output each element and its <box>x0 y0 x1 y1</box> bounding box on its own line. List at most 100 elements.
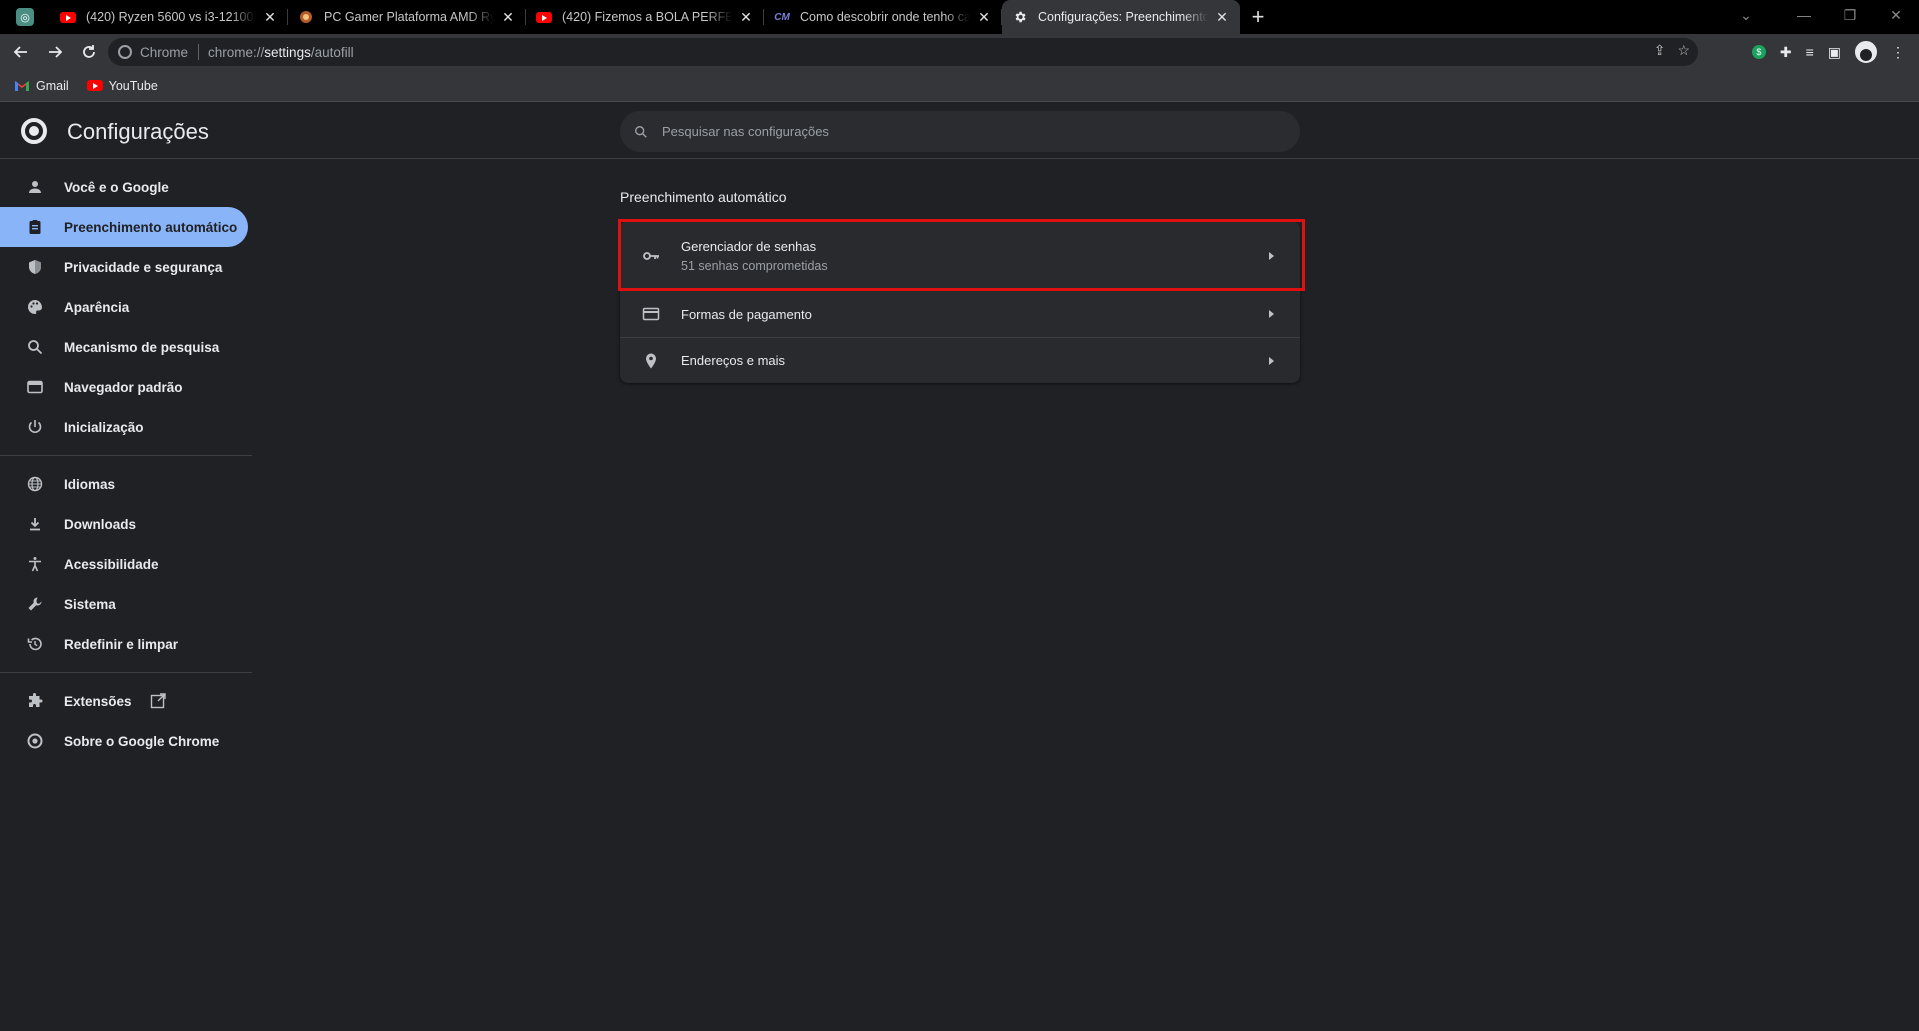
chevron-right-icon <box>1269 356 1274 365</box>
tab-close-icon[interactable]: ✕ <box>1214 9 1230 25</box>
accessibility-icon <box>26 555 44 573</box>
toolbar-icons: $ ✚ ≡ ▣ ⋮ <box>1751 34 1905 70</box>
sidebar-item-label: Mecanismo de pesquisa <box>64 339 220 355</box>
section-title: Preenchimento automático <box>620 189 787 205</box>
location-pin-icon <box>642 352 660 370</box>
sidebar-item-label: Downloads <box>64 516 137 532</box>
bookmark-gmail[interactable]: Gmail <box>14 79 69 93</box>
payment-methods-row[interactable]: Formas de pagamento <box>620 290 1300 337</box>
sidebar-item-voce-e-o-google[interactable]: Você e o Google <box>0 167 252 207</box>
share-icon[interactable]: ⇪ <box>1654 42 1666 59</box>
address-bar[interactable]: Chrome chrome://settings/autofill ⇪ ☆ <box>108 38 1698 66</box>
forward-arrow-icon[interactable] <box>42 39 68 65</box>
search-icon <box>26 338 44 356</box>
reload-icon[interactable] <box>76 39 102 65</box>
sidebar-item-label: Navegador padrão <box>64 379 183 395</box>
tab-2[interactable]: PC Gamer Plataforma AMD Ryzen ✕ <box>288 0 526 34</box>
tab-title: (420) Fizemos a BOLA PERFEITA c <box>562 10 732 24</box>
sidebar-item-redefinir[interactable]: Redefinir e limpar <box>0 624 252 664</box>
bookmark-youtube[interactable]: YouTube <box>86 78 158 93</box>
divider <box>198 44 200 60</box>
download-icon <box>26 515 44 533</box>
minimize-icon[interactable]: — <box>1781 0 1827 30</box>
tab-4[interactable]: CM Como descobrir onde tenho cada ✕ <box>764 0 1002 34</box>
sidebar-item-aparencia[interactable]: Aparência <box>0 287 252 327</box>
back-arrow-icon[interactable] <box>8 39 34 65</box>
row-label: Formas de pagamento <box>681 306 812 322</box>
youtube-icon <box>536 9 552 25</box>
page-title: Configurações <box>67 119 209 144</box>
sidebar-item-sistema[interactable]: Sistema <box>0 584 252 624</box>
restore-icon[interactable]: ❐ <box>1827 0 1873 30</box>
tab-title: (420) Ryzen 5600 vs i3-12100F in <box>86 10 256 24</box>
addresses-row[interactable]: Endereços e mais <box>620 337 1300 383</box>
profile-avatar[interactable] <box>1855 41 1877 63</box>
menu-kebab-icon[interactable]: ⋮ <box>1891 44 1905 61</box>
tab-3[interactable]: (420) Fizemos a BOLA PERFEITA c ✕ <box>526 0 764 34</box>
tab-1[interactable]: (420) Ryzen 5600 vs i3-12100F in ✕ <box>50 0 288 34</box>
sidebar-item-label: Privacidade e segurança <box>64 259 223 275</box>
wrench-icon <box>26 595 44 613</box>
row-text: Formas de pagamento <box>681 307 812 322</box>
tab-title: PC Gamer Plataforma AMD Ryzen <box>324 10 494 24</box>
sidebar-item-extensoes[interactable]: Extensões <box>0 681 252 721</box>
close-window-icon[interactable]: ✕ <box>1873 0 1919 30</box>
gmail-icon <box>14 80 30 92</box>
puzzle-icon[interactable]: ✚ <box>1780 44 1792 61</box>
sidebar-item-idiomas[interactable]: Idiomas <box>0 464 252 504</box>
sidebar-item-navegador[interactable]: Navegador padrão <box>0 367 252 407</box>
tab-search-button[interactable]: ◎ <box>0 0 50 34</box>
bookmark-star-icon[interactable]: ☆ <box>1677 42 1690 59</box>
tab-5-active[interactable]: Configurações: Preenchimento au ✕ <box>1002 0 1240 34</box>
site-chip[interactable]: Chrome <box>108 45 188 60</box>
window-controls: ⌄ — ❐ ✕ <box>1711 0 1919 34</box>
settings-header: Configurações Pesquisar nas configuraçõe… <box>0 103 1919 159</box>
site-label: Chrome <box>140 44 189 60</box>
chrome-logo-icon <box>21 118 47 144</box>
clipboard-icon <box>26 218 44 236</box>
bookmarks-bar: Gmail YouTube <box>0 70 1919 102</box>
sidebar-item-label: Preenchimento automático <box>64 219 238 235</box>
chrome-icon <box>118 45 132 59</box>
tab-close-icon[interactable]: ✕ <box>976 9 992 25</box>
youtube-icon <box>86 80 103 91</box>
search-input[interactable]: Pesquisar nas configurações <box>620 111 1300 152</box>
power-icon <box>26 418 44 436</box>
highlight-annotation-box <box>618 219 1305 291</box>
tab-close-icon[interactable]: ✕ <box>738 9 754 25</box>
extension-dollar-icon[interactable]: $ <box>1751 45 1766 59</box>
tab-close-icon[interactable]: ✕ <box>262 9 278 25</box>
tab-title: Configurações: Preenchimento au <box>1038 10 1208 24</box>
sidebar-item-privacidade[interactable]: Privacidade e segurança <box>0 247 252 287</box>
side-panel-icon[interactable]: ▣ <box>1828 44 1841 61</box>
bookmark-label: YouTube <box>108 78 158 93</box>
sidebar-item-inicializacao[interactable]: Inicialização <box>0 407 252 447</box>
person-icon <box>26 178 44 196</box>
sidebar: Você e o Google Preenchimento automático… <box>0 159 252 761</box>
sidebar-item-label: Aparência <box>64 299 130 315</box>
url-text: chrome://settings/autofill <box>208 44 354 60</box>
new-tab-button[interactable]: + <box>1240 0 1276 34</box>
reading-list-icon[interactable]: ≡ <box>1806 44 1814 60</box>
sidebar-item-downloads[interactable]: Downloads <box>0 504 252 544</box>
chevron-right-icon <box>1269 310 1274 318</box>
sidebar-item-mecanismo[interactable]: Mecanismo de pesquisa <box>0 327 252 367</box>
sidebar-item-sobre-chrome[interactable]: Sobre o Google Chrome <box>0 721 252 761</box>
toolbar: Chrome chrome://settings/autofill ⇪ ☆ $ … <box>0 34 1919 70</box>
browser-icon <box>26 378 44 396</box>
tab-list-chevron-icon[interactable]: ⌄ <box>1711 0 1781 30</box>
sidebar-item-acessibilidade[interactable]: Acessibilidade <box>0 544 252 584</box>
sidebar-divider <box>0 672 252 673</box>
tab-strip: ◎ (420) Ryzen 5600 vs i3-12100F in ✕ PC … <box>0 0 1919 34</box>
row-label: Endereços e mais <box>681 353 786 368</box>
chrome-icon <box>26 732 44 750</box>
site-icon: CM <box>774 11 790 23</box>
puzzle-icon <box>26 692 44 710</box>
tab-close-icon[interactable]: ✕ <box>500 9 516 25</box>
external-link-icon[interactable] <box>150 693 166 709</box>
sidebar-item-preenchimento[interactable]: Preenchimento automático <box>0 207 248 247</box>
search-placeholder: Pesquisar nas configurações <box>662 124 829 139</box>
gear-icon <box>1012 9 1028 25</box>
youtube-icon <box>60 9 76 25</box>
app-icon: ◎ <box>16 8 34 26</box>
